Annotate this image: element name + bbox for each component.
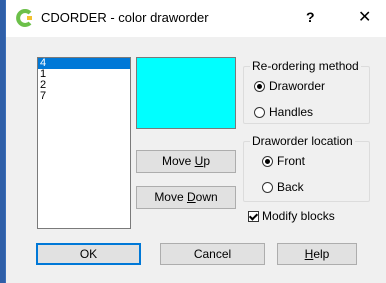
context-help-button[interactable]: ?: [306, 9, 315, 25]
radio-back-indicator[interactable]: [262, 181, 273, 193]
radio-front-label: Front: [277, 154, 306, 168]
radio-front[interactable]: Front: [262, 154, 305, 168]
radio-handles-label: Handles: [269, 105, 314, 119]
radio-draworder-label: Draworder: [269, 79, 326, 93]
ok-button[interactable]: OK: [36, 243, 141, 265]
draworder-location-title: Draworder location: [250, 134, 355, 148]
move-down-label-end: own: [195, 190, 218, 204]
title-bar: CDORDER - color draworder ? ✕: [6, 0, 386, 37]
cdorder-dialog: CDORDER - color draworder ? ✕ 4 1 2 7 Mo…: [5, 0, 386, 283]
close-button[interactable]: ✕: [358, 7, 371, 27]
list-item[interactable]: 7: [38, 91, 130, 102]
radio-draworder[interactable]: Draworder: [254, 79, 325, 93]
radio-back[interactable]: Back: [262, 180, 304, 194]
list-item[interactable]: 1: [38, 69, 130, 80]
radio-front-indicator[interactable]: [262, 155, 273, 167]
list-item[interactable]: 2: [38, 80, 130, 91]
move-up-button[interactable]: Move Up: [136, 150, 236, 173]
radio-back-label: Back: [277, 180, 304, 194]
move-down-accelerator: D: [187, 190, 196, 204]
cdorder-app-icon: [16, 9, 32, 27]
move-down-button[interactable]: Move Down: [136, 186, 236, 209]
window-title: CDORDER - color draworder: [41, 10, 209, 25]
reordering-method-group: Re-ordering method Draworder Handles: [243, 59, 370, 124]
modify-blocks-label: Modify blocks: [262, 209, 335, 223]
radio-draworder-indicator[interactable]: [254, 80, 265, 92]
help-label-end: elp: [313, 247, 330, 261]
move-down-label-start: Move: [154, 190, 187, 204]
modify-blocks-checkbox[interactable]: Modify blocks: [248, 209, 335, 223]
move-up-label-start: Move: [161, 154, 195, 168]
color-preview-swatch: [136, 57, 236, 129]
move-up-label-end: p: [203, 154, 211, 168]
radio-handles-indicator[interactable]: [254, 106, 265, 118]
modify-blocks-check-indicator[interactable]: [248, 210, 259, 222]
radio-handles[interactable]: Handles: [254, 105, 313, 119]
help-button[interactable]: Help: [277, 243, 357, 265]
color-listbox[interactable]: 4 1 2 7: [37, 57, 131, 229]
reordering-method-title: Re-ordering method: [250, 59, 361, 73]
cancel-button[interactable]: Cancel: [160, 243, 265, 265]
draworder-location-group: Draworder location Front Back: [243, 134, 370, 202]
list-item[interactable]: 4: [38, 58, 130, 69]
